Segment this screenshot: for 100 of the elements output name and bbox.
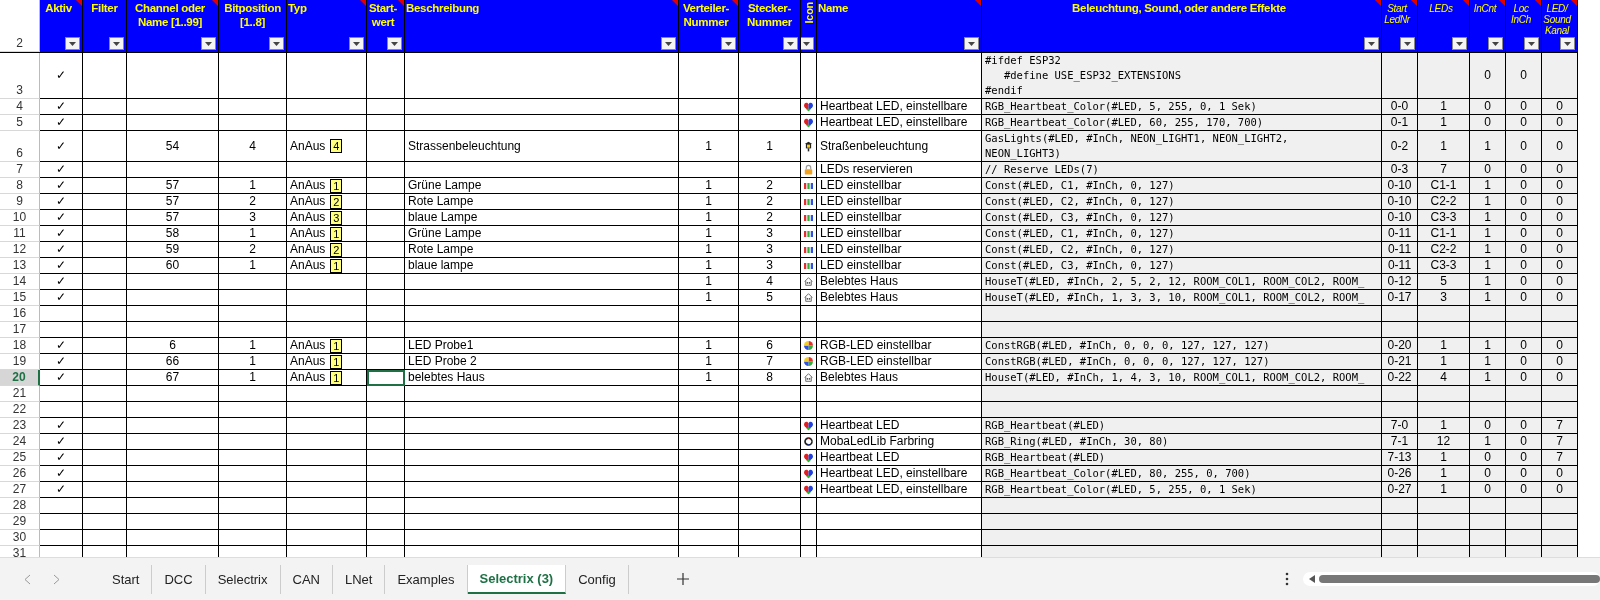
filter-dropdown-button[interactable]	[1560, 37, 1575, 50]
row-number[interactable]: 20	[0, 370, 40, 386]
header-label: Start-wert	[368, 1, 398, 29]
table-cell: Const(#LED, C2, #InCh, 0, 127)	[982, 194, 1382, 210]
table-cell	[1506, 306, 1542, 322]
sheet-tab[interactable]: Config	[566, 564, 629, 594]
led-strip-icon	[804, 229, 813, 238]
cell-text: AnAus	[290, 194, 326, 209]
row-number[interactable]: 30	[0, 530, 40, 546]
table-cell	[83, 514, 127, 530]
row-number[interactable]: 27	[0, 482, 40, 498]
header-label: Typ	[288, 1, 308, 15]
row-number[interactable]: 5	[0, 115, 40, 131]
color-wheel-icon	[804, 339, 813, 352]
table-cell: 0	[1506, 210, 1542, 226]
ring-icon	[804, 435, 813, 448]
filter-dropdown-button[interactable]	[661, 37, 676, 50]
table-cell	[83, 434, 127, 450]
table-cell: RGB_Ring(#LED, #InCh, 30, 80)	[982, 434, 1382, 450]
add-sheet-icon[interactable]	[676, 573, 689, 585]
filter-dropdown-button[interactable]	[1524, 37, 1539, 50]
filter-dropdown-button[interactable]	[65, 37, 80, 50]
row-number[interactable]: 17	[0, 322, 40, 338]
sheet-tab[interactable]: Selectrix	[205, 564, 281, 594]
filter-dropdown-button[interactable]	[1400, 37, 1415, 50]
table-cell	[219, 466, 287, 482]
table-cell: C1-1	[1418, 226, 1470, 242]
row-number[interactable]: 6	[0, 131, 40, 162]
table-cell: 0	[1542, 370, 1578, 386]
row-number[interactable]: 10	[0, 210, 40, 226]
table-cell: 2	[739, 194, 801, 210]
filter-dropdown-button[interactable]	[201, 37, 216, 50]
table-cell	[219, 274, 287, 290]
table-cell: 1	[219, 338, 287, 354]
caret-icon	[69, 41, 76, 46]
row-number[interactable]: 26	[0, 466, 40, 482]
table-cell: GasLights(#LED, #InCh, NEON_LIGHT1, NEON_LIGHT2, NEON_LIGHT3)	[982, 131, 1382, 162]
row-number[interactable]: 25	[0, 450, 40, 466]
scroll-left-icon[interactable]	[1308, 575, 1315, 583]
table-cell: 7	[739, 354, 801, 370]
row-number[interactable]: 9	[0, 194, 40, 210]
row-number[interactable]: 8	[0, 178, 40, 194]
filter-dropdown-button[interactable]	[721, 37, 736, 50]
caret-icon	[1456, 41, 1463, 46]
sheet-tab[interactable]: DCC	[152, 564, 206, 594]
row-number[interactable]: 3	[0, 53, 40, 99]
sheet-tab[interactable]: Start	[100, 564, 153, 594]
sheet-tab[interactable]: LNet	[332, 564, 386, 594]
table-cell: RGB_Heartbeat(#LED)	[982, 450, 1382, 466]
filter-dropdown-button[interactable]	[269, 37, 284, 50]
row-number[interactable]: 21	[0, 386, 40, 402]
row-number[interactable]: 4	[0, 99, 40, 115]
table-cell	[679, 530, 739, 546]
filter-dropdown-button[interactable]	[109, 37, 124, 50]
filter-dropdown-button[interactable]	[1452, 37, 1467, 50]
more-options-icon[interactable]	[1284, 572, 1289, 586]
horizontal-scrollbar[interactable]	[1302, 572, 1600, 586]
table-cell	[83, 322, 127, 338]
row-number[interactable]: 29	[0, 514, 40, 530]
filter-dropdown-button[interactable]	[1364, 37, 1379, 50]
sheet-tab[interactable]: CAN	[280, 564, 333, 594]
number-badge: 1	[330, 226, 343, 241]
sheet-tab[interactable]: Examples	[385, 564, 468, 594]
table-cell: 0	[1506, 290, 1542, 306]
table-cell: 1	[1418, 131, 1470, 162]
row-number[interactable]: 28	[0, 498, 40, 514]
table-cell: Belebtes Haus	[817, 290, 982, 306]
house-icon	[804, 275, 813, 288]
row-number[interactable]: 14	[0, 274, 40, 290]
filter-dropdown-button[interactable]	[349, 37, 364, 50]
row-number[interactable]: 19	[0, 354, 40, 370]
row-number[interactable]: 7	[0, 162, 40, 178]
row-number[interactable]: 15	[0, 290, 40, 306]
row-number[interactable]: 16	[0, 306, 40, 322]
row-number[interactable]: 12	[0, 242, 40, 258]
row-number[interactable]: 13	[0, 258, 40, 274]
filter-dropdown-button[interactable]	[1488, 37, 1503, 50]
sheet-tab[interactable]: Selectrix (3)	[467, 564, 567, 594]
table-cell: ✓	[40, 162, 83, 178]
led-strip-icon	[804, 261, 813, 270]
row-number[interactable]: 18	[0, 338, 40, 354]
filter-dropdown-button[interactable]	[387, 37, 402, 50]
row-number[interactable]: 23	[0, 418, 40, 434]
table-cell	[40, 386, 83, 402]
table-cell	[367, 498, 405, 514]
table-cell: Heartbeat LED, einstellbare	[817, 99, 982, 115]
row-number[interactable]: 11	[0, 226, 40, 242]
row-number[interactable]: 24	[0, 434, 40, 450]
filter-dropdown-button[interactable]	[783, 37, 798, 50]
table-cell: 0	[1506, 354, 1542, 370]
filter-dropdown-button[interactable]	[964, 37, 979, 50]
table-cell	[367, 115, 405, 131]
table-cell: ✓	[40, 290, 83, 306]
table-cell	[679, 498, 739, 514]
table-cell: 1	[679, 131, 739, 162]
table-cell: 1	[679, 338, 739, 354]
table-cell: 1	[679, 178, 739, 194]
table-cell: Const(#LED, C1, #InCh, 0, 127)	[982, 226, 1382, 242]
row-number[interactable]: 22	[0, 402, 40, 418]
filter-dropdown-button[interactable]	[801, 37, 814, 50]
